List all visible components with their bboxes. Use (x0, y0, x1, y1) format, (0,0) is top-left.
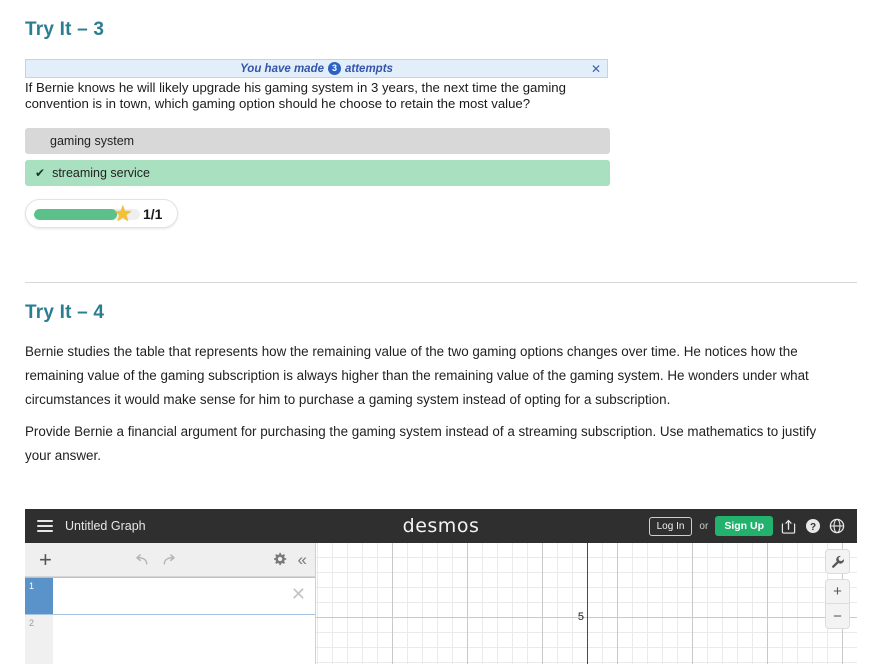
expression-input[interactable]: ✕ (53, 578, 315, 614)
try-it-4-section: Try It – 4 Bernie studies the table that… (0, 283, 882, 468)
expression-input[interactable] (53, 615, 315, 664)
attempts-count-badge: 3 (328, 62, 341, 75)
attempts-suffix: attempts (345, 62, 393, 75)
score-badge: ★ 1/1 (25, 199, 178, 228)
y-axis (587, 543, 588, 664)
expression-panel: + « 1 ✕ 2 (25, 543, 316, 664)
question-text: If Bernie knows he will likely upgrade h… (25, 80, 566, 111)
collapse-panel-button[interactable]: « (298, 551, 307, 568)
globe-icon[interactable] (828, 518, 845, 535)
redo-icon[interactable] (161, 553, 178, 567)
answer-option-streaming-service[interactable]: ✔ streaming service (25, 160, 610, 186)
add-expression-button[interactable]: + (39, 548, 52, 571)
score-label: 1/1 (143, 205, 163, 222)
answer-options-list: gaming system ✔ streaming service (25, 128, 857, 186)
zoom-controls: + − (825, 579, 850, 629)
answer-option-gaming-system[interactable]: gaming system (25, 128, 610, 154)
undo-icon[interactable] (133, 553, 150, 567)
graph-canvas[interactable]: 5 + − (316, 543, 857, 664)
expression-row-index: 2 (25, 615, 53, 664)
expression-row-index: 1 (25, 578, 53, 614)
star-icon: ★ (113, 201, 133, 226)
gear-icon[interactable] (272, 552, 287, 567)
undo-redo-group (133, 553, 178, 567)
check-icon: ✔ (35, 166, 46, 180)
desmos-body: + « 1 ✕ 2 5 + − (25, 543, 857, 664)
expression-toolbar: + « (25, 543, 315, 577)
answer-option-label: streaming service (52, 166, 151, 180)
toolbar-right-group: « (272, 551, 307, 568)
y-axis-tick-label: 5 (577, 611, 584, 623)
close-icon[interactable]: ✕ (591, 63, 601, 75)
attempts-text: You have made 3 attempts (240, 62, 393, 75)
try-it-4-paragraph-1: Bernie studies the table that represents… (25, 344, 809, 407)
or-label: or (699, 520, 709, 532)
expression-row[interactable]: 2 (25, 615, 315, 664)
help-icon[interactable]: ? (804, 518, 821, 535)
log-in-button[interactable]: Log In (648, 516, 693, 536)
delete-expression-icon[interactable]: ✕ (291, 585, 306, 603)
try-it-4-paragraph-2: Provide Bernie a financial argument for … (25, 424, 817, 463)
svg-text:?: ? (809, 522, 815, 533)
graph-tools: + − (825, 549, 850, 629)
answer-option-label: gaming system (50, 134, 135, 148)
wrench-icon[interactable] (825, 549, 850, 574)
page-title-try-it-3: Try It – 3 (25, 19, 105, 40)
desmos-calculator[interactable]: Untitled Graph desmos Log In or Sign Up … (25, 509, 857, 664)
zoom-in-button[interactable]: + (825, 579, 850, 604)
attempts-banner: You have made 3 attempts ✕ (25, 59, 608, 78)
desmos-header-actions: Log In or Sign Up ? (648, 516, 857, 536)
try-it-3-section: Try It – 3 You have made 3 attempts ✕ If… (0, 0, 882, 228)
attempts-prefix: You have made (240, 62, 324, 75)
hamburger-icon[interactable] (37, 520, 53, 532)
desmos-header: Untitled Graph desmos Log In or Sign Up … (25, 509, 857, 543)
page-title-try-it-4: Try It – 4 (25, 302, 105, 323)
progress-bar-fill (34, 209, 117, 220)
sign-up-button[interactable]: Sign Up (715, 516, 773, 536)
share-icon[interactable] (780, 518, 797, 535)
expression-row[interactable]: 1 ✕ (25, 577, 315, 615)
graph-title[interactable]: Untitled Graph (65, 519, 146, 533)
zoom-out-button[interactable]: − (825, 604, 850, 629)
